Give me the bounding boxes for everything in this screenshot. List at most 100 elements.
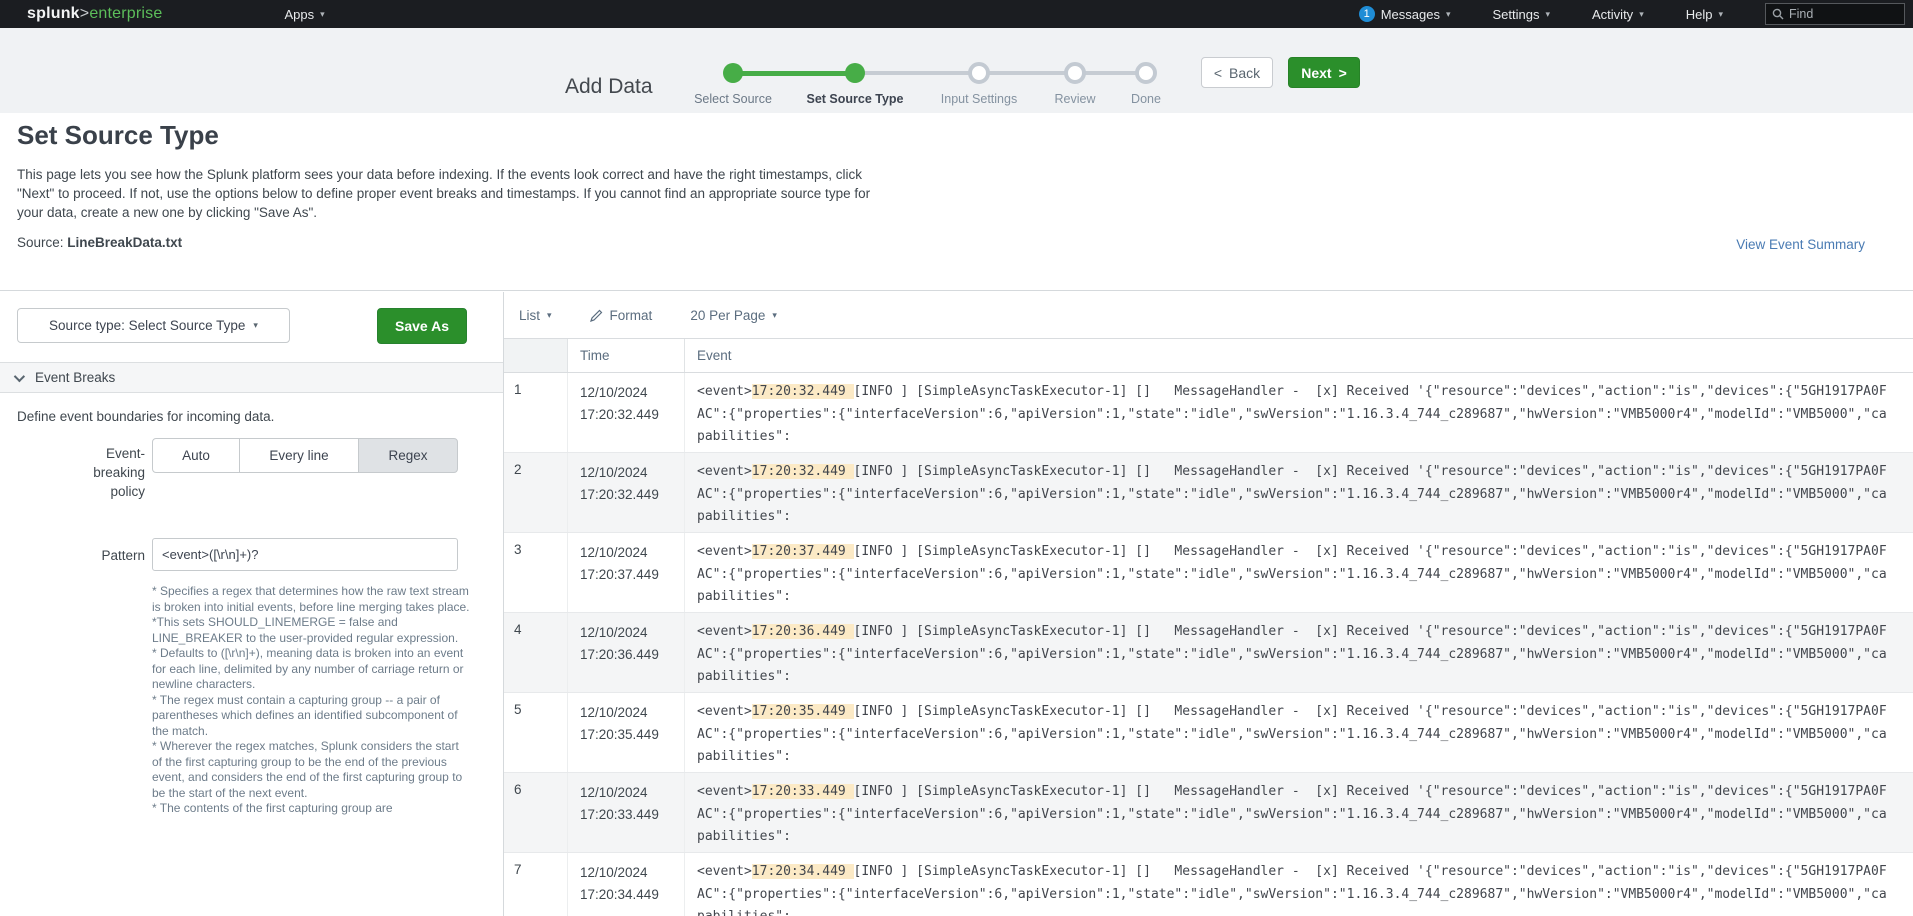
highlighted-timestamp: 17:20:35.449 bbox=[752, 704, 854, 719]
highlighted-timestamp: 17:20:36.449 bbox=[752, 624, 854, 639]
events-toolbar: List ▾ Format 20 Per Page ▾ bbox=[504, 292, 1913, 339]
step-input-settings-dot bbox=[968, 62, 990, 84]
table-row[interactable]: 512/10/202417:20:35.449<event>17:20:35.4… bbox=[504, 693, 1913, 773]
caret-down-icon: ▾ bbox=[253, 321, 258, 330]
page-header: Set Source Type This page lets you see h… bbox=[0, 113, 1913, 291]
event-raw-text: <event>17:20:34.449[INFO ] [SimpleAsyncT… bbox=[685, 853, 1913, 916]
event-breaks-intro: Define event boundaries for incoming dat… bbox=[17, 409, 274, 424]
event-timestamp-cell: 12/10/202417:20:37.449 bbox=[568, 533, 685, 612]
event-raw-text: <event>17:20:36.449[INFO ] [SimpleAsyncT… bbox=[685, 613, 1913, 692]
help-menu[interactable]: Help ▾ bbox=[1686, 7, 1723, 22]
highlighted-timestamp: 17:20:32.449 bbox=[752, 464, 854, 479]
event-breaking-policy-group: Auto Every line Regex bbox=[152, 438, 458, 473]
policy-regex-button[interactable]: Regex bbox=[358, 438, 458, 473]
event-timestamp-cell: 12/10/202417:20:32.449 bbox=[568, 373, 685, 452]
page-title: Set Source Type bbox=[17, 120, 219, 151]
event-raw-text: <event>17:20:32.449[INFO ] [SimpleAsyncT… bbox=[685, 453, 1913, 532]
pencil-icon bbox=[590, 309, 603, 322]
highlighted-timestamp: 17:20:33.449 bbox=[752, 784, 854, 799]
stepper-track-complete bbox=[733, 71, 855, 76]
caret-down-icon: ▾ bbox=[1718, 10, 1723, 19]
step-label-select-source: Select Source bbox=[663, 92, 803, 106]
table-row[interactable]: 112/10/202417:20:32.449<event>17:20:32.4… bbox=[504, 373, 1913, 453]
caret-down-icon: ▾ bbox=[772, 311, 777, 320]
event-raw-text: <event>17:20:32.449[INFO ] [SimpleAsyncT… bbox=[685, 373, 1913, 452]
wizard-title: Add Data bbox=[565, 75, 653, 99]
step-set-source-type-dot bbox=[845, 63, 865, 83]
table-row[interactable]: 612/10/202417:20:33.449<event>17:20:33.4… bbox=[504, 773, 1913, 853]
source-type-panel: Source type: Select Source Type ▾ Save A… bbox=[0, 292, 504, 916]
view-event-summary-link[interactable]: View Event Summary bbox=[1736, 237, 1865, 252]
step-done-dot bbox=[1135, 62, 1157, 84]
step-select-source-dot bbox=[723, 63, 743, 83]
pattern-input[interactable] bbox=[152, 538, 458, 571]
policy-auto-button[interactable]: Auto bbox=[152, 438, 240, 473]
policy-label: Event-breaking policy bbox=[20, 444, 145, 501]
row-number: 4 bbox=[504, 613, 568, 692]
chevron-left-icon: < bbox=[1214, 65, 1222, 81]
source-file-name: LineBreakData.txt bbox=[67, 235, 182, 250]
event-preview-panel: List ▾ Format 20 Per Page ▾ Time Event 1… bbox=[504, 292, 1913, 916]
event-timestamp-cell: 12/10/202417:20:33.449 bbox=[568, 773, 685, 852]
find-input[interactable] bbox=[1789, 7, 1889, 21]
page-description: This page lets you see how the Splunk pl… bbox=[17, 165, 870, 222]
source-type-dropdown[interactable]: Source type: Select Source Type ▾ bbox=[17, 308, 290, 343]
highlighted-timestamp: 17:20:32.449 bbox=[752, 384, 854, 399]
list-view-dropdown[interactable]: List ▾ bbox=[519, 308, 552, 323]
time-column-header: Time bbox=[568, 339, 685, 372]
row-number: 3 bbox=[504, 533, 568, 612]
row-number-column-header bbox=[504, 339, 568, 372]
highlighted-timestamp: 17:20:34.449 bbox=[752, 864, 854, 879]
caret-down-icon: ▾ bbox=[320, 10, 325, 19]
caret-down-icon: ▾ bbox=[1639, 10, 1644, 19]
events-table-header: Time Event bbox=[504, 339, 1913, 373]
settings-menu[interactable]: Settings ▾ bbox=[1493, 7, 1551, 22]
caret-down-icon: ▾ bbox=[547, 311, 552, 320]
row-number: 5 bbox=[504, 693, 568, 772]
format-button[interactable]: Format bbox=[590, 308, 653, 323]
table-row[interactable]: 712/10/202417:20:34.449<event>17:20:34.4… bbox=[504, 853, 1913, 916]
table-row[interactable]: 312/10/202417:20:37.449<event>17:20:37.4… bbox=[504, 533, 1913, 613]
add-data-wizard-header: Add Data Select Source Set Source Type I… bbox=[0, 28, 1913, 113]
event-breaks-section-header[interactable]: Event Breaks bbox=[0, 362, 503, 393]
caret-down-icon: ▾ bbox=[1545, 10, 1550, 19]
find-search-box[interactable] bbox=[1765, 3, 1905, 25]
event-raw-text: <event>17:20:35.449[INFO ] [SimpleAsyncT… bbox=[685, 693, 1913, 772]
top-navbar: splunk>enterprise Apps ▾ 1 Messages ▾ Se… bbox=[0, 0, 1913, 28]
step-label-done: Done bbox=[1076, 92, 1216, 106]
row-number: 2 bbox=[504, 453, 568, 532]
step-label-set-source-type: Set Source Type bbox=[785, 92, 925, 106]
chevron-down-icon bbox=[14, 370, 25, 381]
table-row[interactable]: 212/10/202417:20:32.449<event>17:20:32.4… bbox=[504, 453, 1913, 533]
pattern-label: Pattern bbox=[20, 546, 145, 565]
activity-menu[interactable]: Activity ▾ bbox=[1592, 7, 1644, 22]
row-number: 6 bbox=[504, 773, 568, 852]
event-column-header: Event bbox=[685, 339, 1913, 372]
pattern-help-text: * Specifies a regex that determines how … bbox=[152, 584, 470, 817]
chevron-right-icon: > bbox=[1339, 65, 1347, 81]
save-as-button[interactable]: Save As bbox=[377, 308, 467, 344]
source-file-line: Source: LineBreakData.txt bbox=[17, 235, 182, 250]
per-page-dropdown[interactable]: 20 Per Page ▾ bbox=[690, 308, 777, 323]
row-number: 7 bbox=[504, 853, 568, 916]
messages-menu[interactable]: 1 Messages ▾ bbox=[1359, 6, 1451, 22]
apps-menu[interactable]: Apps ▾ bbox=[284, 7, 324, 22]
event-timestamp-cell: 12/10/202417:20:36.449 bbox=[568, 613, 685, 692]
messages-count-badge: 1 bbox=[1359, 6, 1375, 22]
policy-every-line-button[interactable]: Every line bbox=[239, 438, 359, 473]
table-row[interactable]: 412/10/202417:20:36.449<event>17:20:36.4… bbox=[504, 613, 1913, 693]
event-timestamp-cell: 12/10/202417:20:34.449 bbox=[568, 853, 685, 916]
event-timestamp-cell: 12/10/202417:20:35.449 bbox=[568, 693, 685, 772]
next-button[interactable]: Next > bbox=[1288, 57, 1360, 88]
back-button[interactable]: < Back bbox=[1201, 57, 1273, 88]
event-raw-text: <event>17:20:37.449[INFO ] [SimpleAsyncT… bbox=[685, 533, 1913, 612]
events-table-body: 112/10/202417:20:32.449<event>17:20:32.4… bbox=[504, 373, 1913, 916]
row-number: 1 bbox=[504, 373, 568, 452]
splunk-logo[interactable]: splunk>enterprise bbox=[27, 5, 162, 23]
search-icon bbox=[1772, 8, 1784, 20]
highlighted-timestamp: 17:20:37.449 bbox=[752, 544, 854, 559]
step-review-dot bbox=[1064, 62, 1086, 84]
event-raw-text: <event>17:20:33.449[INFO ] [SimpleAsyncT… bbox=[685, 773, 1913, 852]
event-timestamp-cell: 12/10/202417:20:32.449 bbox=[568, 453, 685, 532]
caret-down-icon: ▾ bbox=[1446, 10, 1451, 19]
